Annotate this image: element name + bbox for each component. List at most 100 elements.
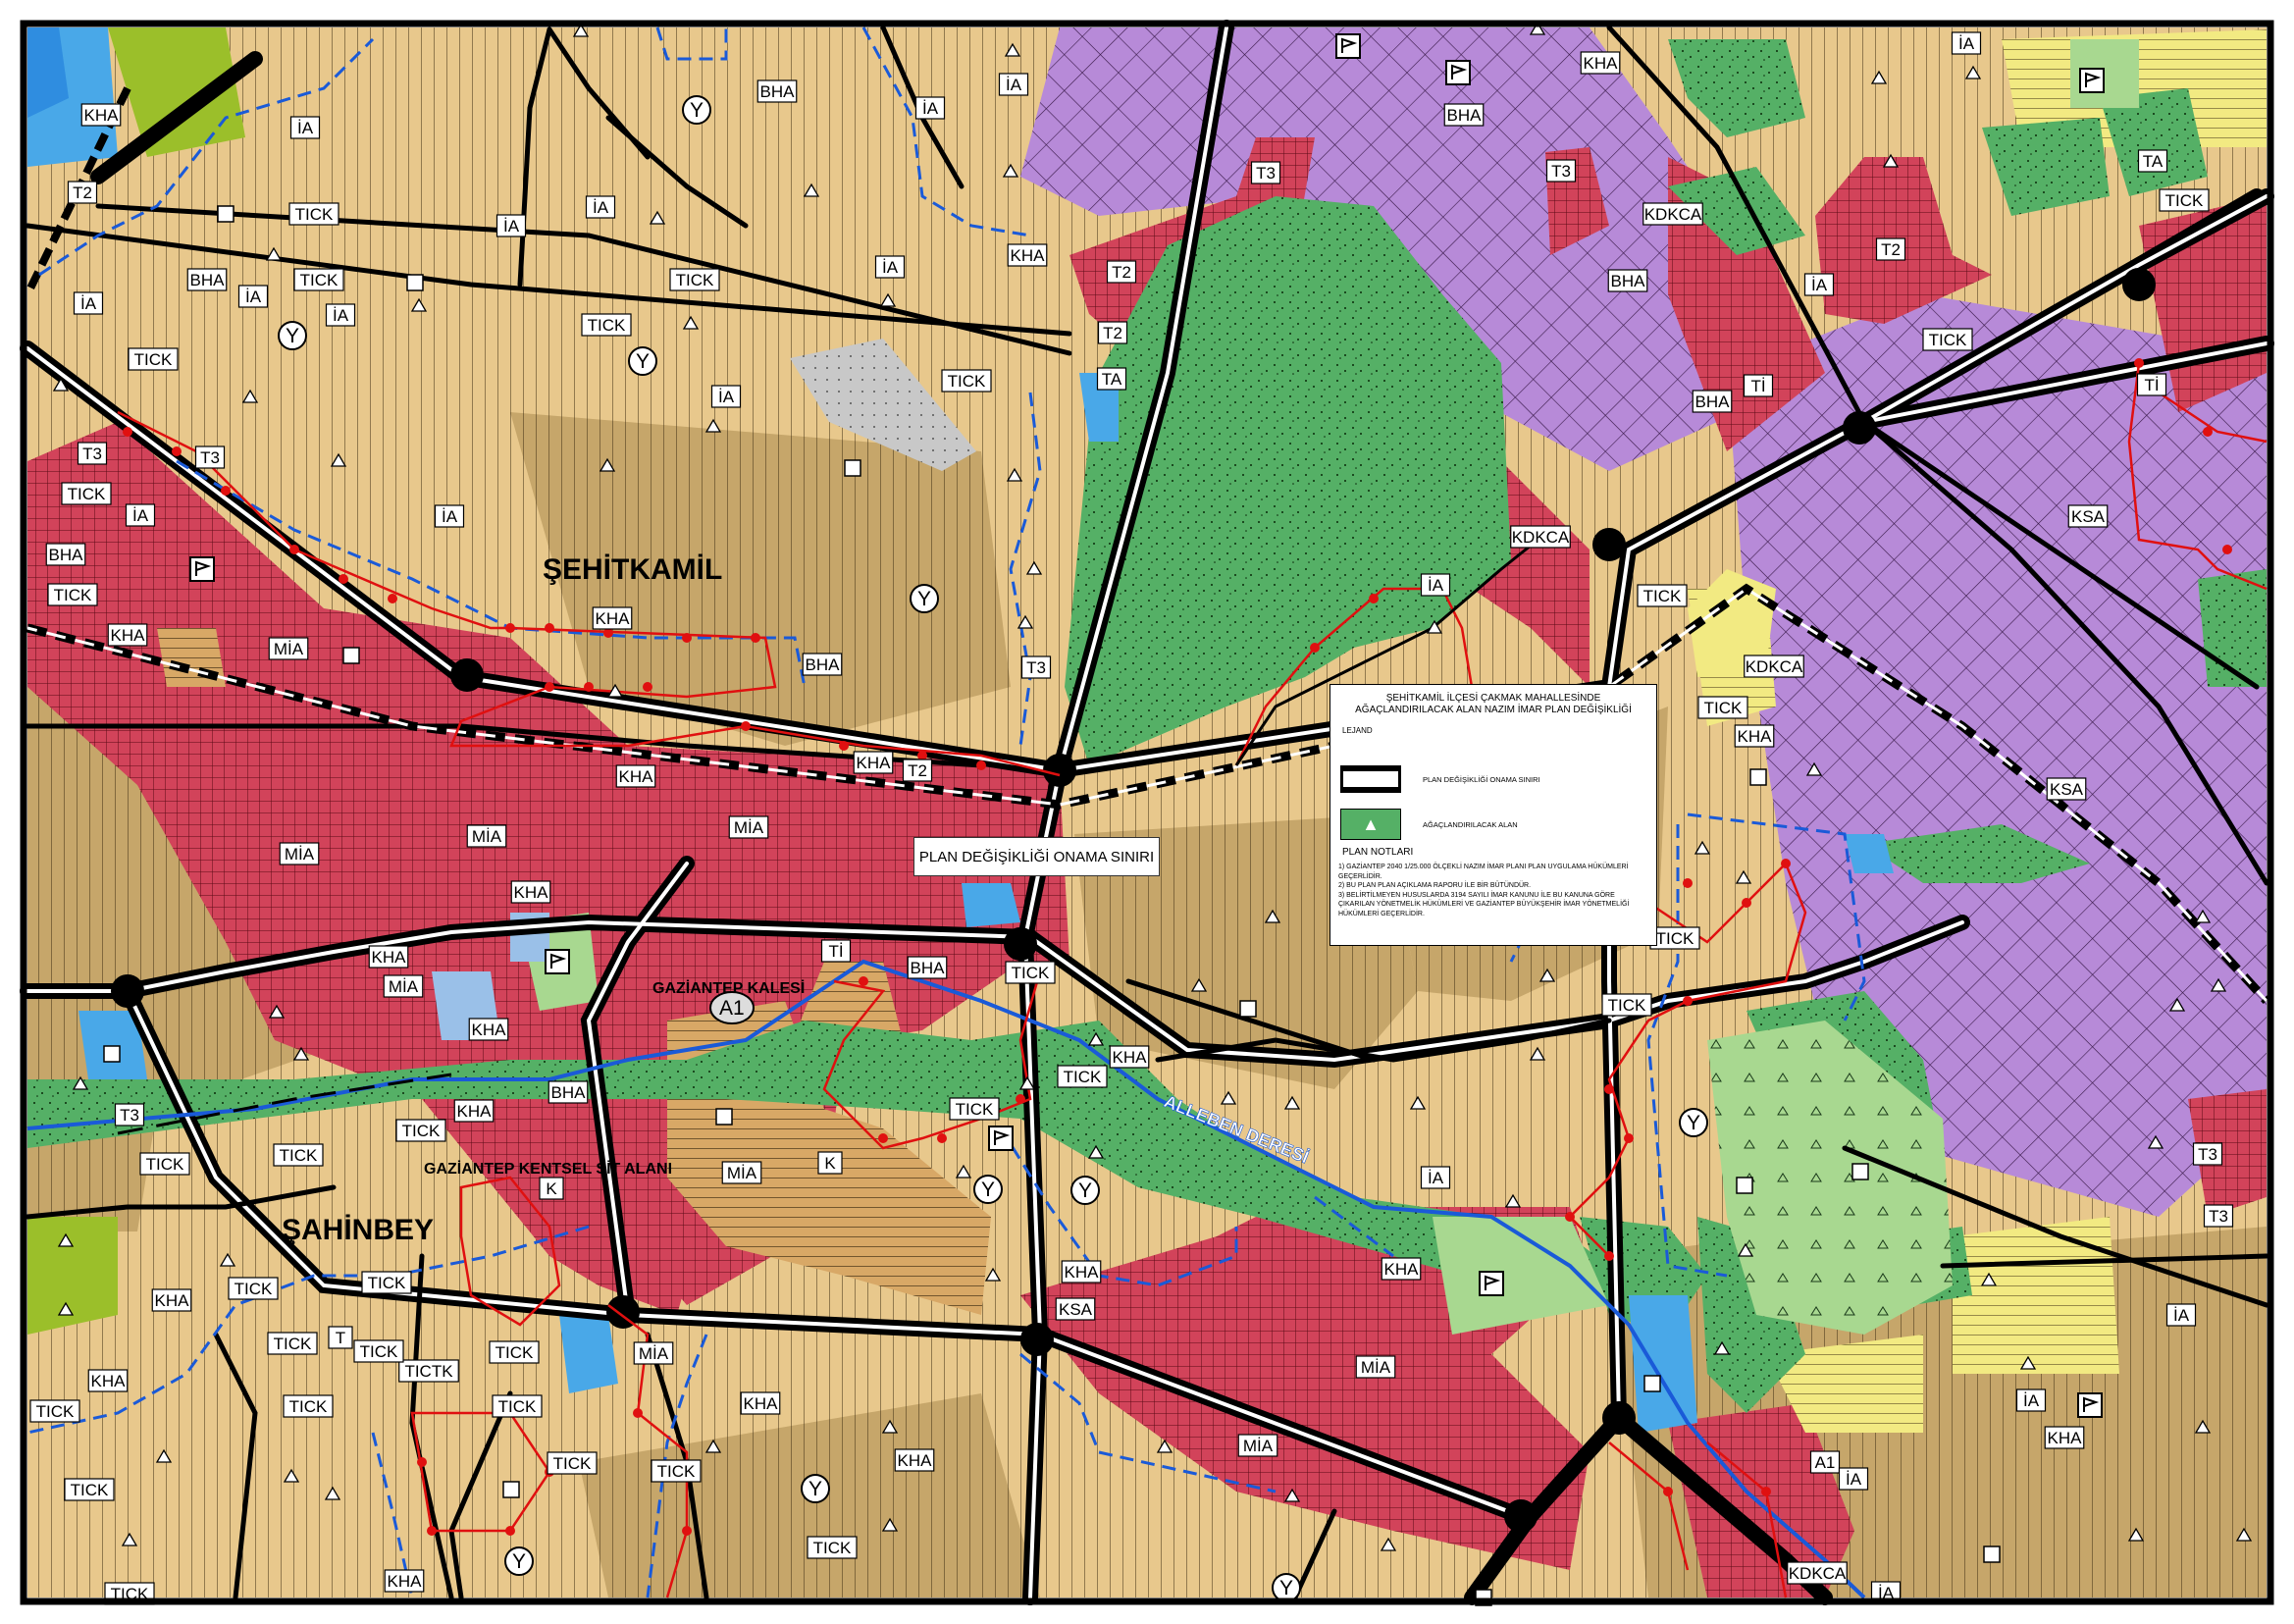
zone-label: KHA <box>87 1369 129 1392</box>
svg-text:Y: Y <box>690 99 704 122</box>
zone-label-text: KHA <box>372 948 407 967</box>
zone-label-text: T3 <box>2209 1207 2228 1226</box>
zone-label-text: TICK <box>300 271 339 289</box>
svg-text:Y: Y <box>917 588 931 610</box>
zone-label-text: BHA <box>1447 106 1483 125</box>
tree-icon: ▲ <box>1362 813 1380 834</box>
zone-label: KHA <box>453 1099 495 1123</box>
zone-label-text: TICK <box>280 1146 318 1165</box>
svg-text:Y: Y <box>1279 1577 1293 1599</box>
zone-label: Tİ <box>2136 373 2167 396</box>
junction-node <box>1043 754 1076 787</box>
zone-label-text: TICK <box>402 1122 441 1140</box>
zone-label: TICK <box>949 1097 1000 1121</box>
zone-label-text: TICK <box>657 1462 696 1481</box>
zone-label: MİA <box>1237 1434 1278 1457</box>
zone-label: KDKCA <box>1510 525 1571 549</box>
district-label-sehitkamil: ŞEHİTKAMİL <box>543 553 722 586</box>
boundary-swatch <box>1340 763 1401 795</box>
legend-item-boundary: PLAN DEĞİŞİKLİĞİ ONAMA SINIRI <box>1340 763 1540 795</box>
zone-label-text: Tİ <box>828 942 843 961</box>
zone-label-text: BHA <box>806 655 841 674</box>
zone-label-text: İA <box>882 258 899 277</box>
zone-label-text: MİA <box>1243 1437 1274 1455</box>
zone-label: T2 <box>1875 237 1906 261</box>
zone-label-text: T2 <box>1103 324 1122 342</box>
zone-label-text: TICK <box>676 271 714 289</box>
zone-label-text: KDKCA <box>1746 657 1803 676</box>
zone-label: KHA <box>107 623 148 647</box>
zone-label: KDKCA <box>1642 202 1703 226</box>
zone-label: KDKCA <box>1744 655 1804 678</box>
zone-label-text: TICK <box>1012 964 1050 982</box>
zone-label-text: MİA <box>389 977 419 996</box>
zone-label: KSA <box>1055 1297 1096 1321</box>
zone-label: BHA <box>907 956 948 979</box>
zone-label-text: T3 <box>200 448 220 467</box>
zone-label-text: T <box>336 1329 345 1347</box>
zone-label: BHA <box>1692 390 1733 413</box>
zone-label-text: KSA <box>1059 1300 1093 1319</box>
zone-label-text: T3 <box>1026 658 1046 677</box>
zone-label: BHA <box>45 543 86 566</box>
zone-label-text: KHA <box>388 1572 423 1591</box>
zone-label-text: TICK <box>134 350 173 369</box>
zone-label-text: MİA <box>472 827 502 846</box>
zone-label-text: KHA <box>91 1372 127 1390</box>
zone-label: İA <box>237 285 269 308</box>
zone-label: KSA <box>2067 504 2109 528</box>
zone-label: TICK <box>267 1332 318 1355</box>
zone-label-text: BHA <box>190 271 226 289</box>
zone-label: KHA <box>1381 1257 1422 1281</box>
zone-label: T2 <box>1097 321 1128 344</box>
zone-label: TA <box>2137 149 2168 173</box>
zone-label-text: TICK <box>71 1481 109 1499</box>
legend-note-3: 3) BELİRTİLMEYEN HUSUSLARDA 3194 SAYILI … <box>1338 891 1630 917</box>
zone-label: İA <box>710 385 742 408</box>
zone-label-text: MİA <box>639 1344 669 1363</box>
zone-label: İA <box>495 214 527 237</box>
zone-label: T3 <box>1250 161 1281 184</box>
junction-node <box>1504 1499 1538 1533</box>
zone-label-text: TICK <box>1064 1068 1102 1086</box>
legend-item-afforestation-label: AĞAÇLANDIRILACAK ALAN <box>1423 819 1518 829</box>
zone-label: KSA <box>2046 777 2087 801</box>
map-frame-contents: Y Y Y Y Y Y Y Y Y Y A1 KHA İA BHA İA İA BHA KH… <box>20 20 2274 1606</box>
zone-label: KHA <box>740 1391 781 1415</box>
zone-label: TICK <box>1005 961 1056 984</box>
castle-a1-label: A1 <box>719 997 745 1020</box>
zone-label: MİA <box>728 815 769 839</box>
zone-label: İA <box>914 96 946 120</box>
zone-label: TICK <box>29 1399 80 1423</box>
zone-label: İA <box>325 303 356 327</box>
zone-label: TICK <box>1637 584 1688 607</box>
zone-label: TICK <box>651 1459 702 1483</box>
legend-title: ŞEHİTKAMİL İLÇESİ ÇAKMAK MAHALLESİNDE AĞ… <box>1355 693 1632 715</box>
zone-label: TICK <box>293 268 344 291</box>
zone-label: A1 <box>1809 1450 1841 1474</box>
zone-label-text: TICK <box>2165 191 2204 210</box>
zone-label: KHA <box>1061 1260 1102 1283</box>
zone-label: TICK <box>669 268 720 291</box>
zone-label: BHA <box>756 79 798 103</box>
zone-label: TICK <box>139 1152 190 1176</box>
zone-label: T2 <box>67 181 98 204</box>
zone-label: TICK <box>283 1394 334 1418</box>
zone-label: KHA <box>384 1569 425 1593</box>
zone-label: Tİ <box>820 939 852 963</box>
zone-label: BHA <box>1443 103 1485 127</box>
place-label-sit: GAZİANTEP KENTSEL SİT ALANI <box>424 1160 672 1178</box>
zone-label: K <box>817 1151 843 1175</box>
zone-label-text: TICK <box>553 1454 592 1473</box>
zone-label-text: KDKCA <box>1512 528 1570 547</box>
zone-label-text: KHA <box>111 626 146 645</box>
zone-label-text: İA <box>1006 76 1022 94</box>
district-label-sahinbey: ŞAHİNBEY <box>282 1214 434 1246</box>
zone-label-text: T2 <box>1112 263 1131 282</box>
junction-node <box>1843 411 1876 445</box>
plan-boundary-callout: PLAN DEĞİŞİKLİĞİ ONAMA SINIRI <box>913 837 1160 876</box>
junction-node <box>111 974 144 1008</box>
zone-label-text: KHA <box>457 1102 493 1121</box>
zone-label-text: İA <box>1846 1470 1862 1489</box>
zone-label: KHA <box>1109 1045 1150 1069</box>
